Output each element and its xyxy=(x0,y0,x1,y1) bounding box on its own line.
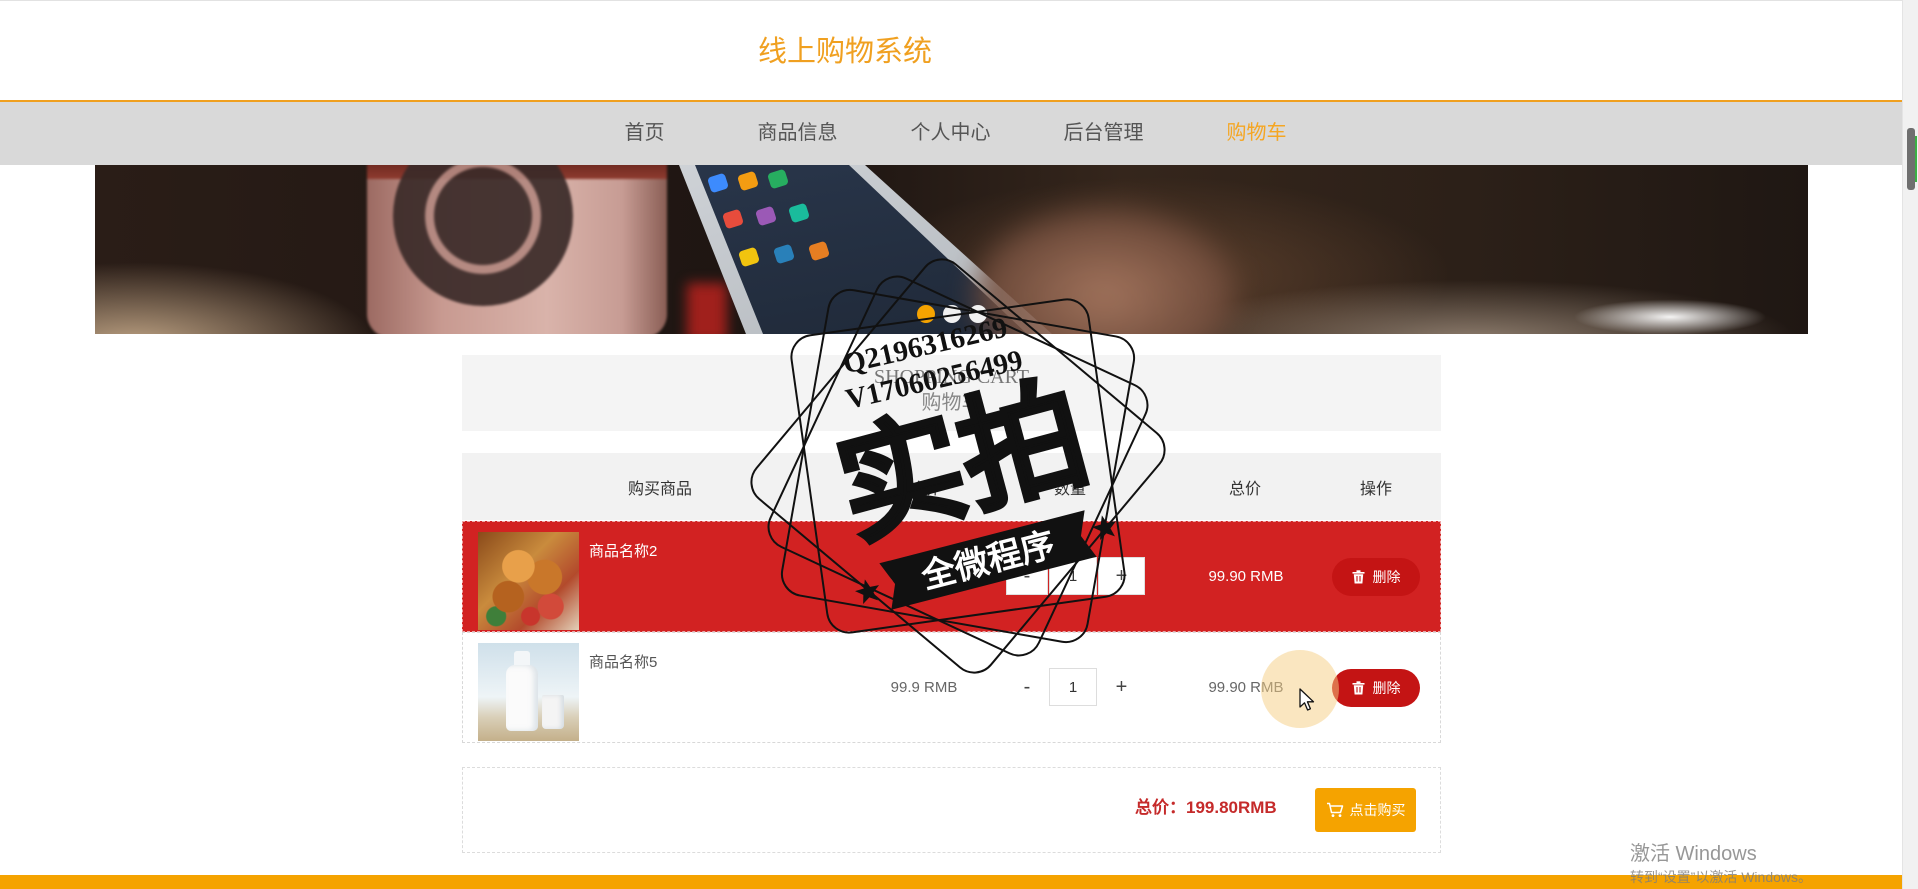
product-name[interactable]: 商品名称5 xyxy=(589,653,657,673)
app-icon xyxy=(737,246,761,268)
unit-price: 99.9 RMB xyxy=(890,679,958,696)
quantity-increase-button[interactable]: + xyxy=(1098,668,1145,706)
product-image-milk[interactable] xyxy=(478,643,579,741)
quantity-input[interactable] xyxy=(1049,668,1097,706)
windows-activation-title: 激活 Windows xyxy=(1630,843,1757,865)
cart-title-box: SHOPPING CART 购物车 xyxy=(462,355,1441,431)
nav-item-home[interactable]: 首页 xyxy=(568,102,721,165)
app-icon xyxy=(754,205,778,227)
delete-label: 删除 xyxy=(1372,569,1401,585)
site-title[interactable]: 线上购物系统 xyxy=(758,31,932,71)
delete-label: 删除 xyxy=(1372,680,1401,696)
carousel-dot-3[interactable] xyxy=(969,305,987,323)
app-icon xyxy=(706,172,730,194)
unit-price: 99.9 RMB xyxy=(890,568,958,585)
quantity-increase-button[interactable]: + xyxy=(1098,557,1145,595)
scrollbar-thumb[interactable] xyxy=(1907,128,1917,190)
app-icon xyxy=(766,168,790,190)
nav-item-products[interactable]: 商品信息 xyxy=(721,102,874,165)
cart-icon xyxy=(1326,802,1343,817)
milk-bottle xyxy=(506,665,538,731)
carousel-dot-2[interactable] xyxy=(943,305,961,323)
product-name[interactable]: 商品名称2 xyxy=(589,542,657,562)
column-header-unit-price: 单价 xyxy=(906,480,939,498)
cart-table-header: 购买商品 单价 数量 总价 操作 xyxy=(462,453,1441,520)
quantity-decrease-button[interactable]: - xyxy=(1006,668,1048,706)
nav-item-profile[interactable]: 个人中心 xyxy=(874,102,1027,165)
arrow-cursor-icon xyxy=(1299,688,1315,711)
checkout-label: 点击购买 xyxy=(1349,802,1406,818)
quantity-decrease-button[interactable]: - xyxy=(1006,557,1048,595)
milk-glass xyxy=(542,695,564,729)
cart-total: 总价：199.80RMB xyxy=(1135,798,1277,818)
cart-title-en: SHOPPING CART xyxy=(874,366,1029,388)
row-total-price: 99.90 RMB xyxy=(1208,568,1284,585)
trash-icon xyxy=(1352,570,1364,584)
column-header-quantity: 数量 xyxy=(1053,480,1086,498)
banner-coffee-cup xyxy=(367,165,667,334)
banner-hand xyxy=(975,210,1235,334)
cart-total-label: 总价： xyxy=(1135,798,1186,817)
app-icon xyxy=(736,170,760,192)
app-icon xyxy=(721,208,745,230)
column-header-total: 总价 xyxy=(1228,480,1261,498)
nav-item-admin[interactable]: 后台管理 xyxy=(1027,102,1180,165)
banner-red-object xyxy=(687,283,727,334)
carousel-dot-1[interactable] xyxy=(917,305,935,323)
product-image-fried-chicken[interactable] xyxy=(478,532,579,630)
site-header: 线上购物系统 xyxy=(0,0,1902,102)
cart-row: 商品名称2 99.9 RMB - + 99.90 RMB 删除 xyxy=(462,521,1441,632)
delete-button[interactable]: 删除 xyxy=(1332,558,1420,596)
column-header-actions: 操作 xyxy=(1359,480,1392,498)
nav-item-cart[interactable]: 购物车 xyxy=(1180,102,1333,165)
page-scrollbar[interactable] xyxy=(1902,0,1918,889)
banner-cup-logo xyxy=(393,165,573,306)
cart-total-value: 199.80RMB xyxy=(1186,798,1277,817)
carousel-indicators xyxy=(917,305,987,323)
column-header-goods: 购买商品 xyxy=(627,480,692,498)
cart-title-cn: 购物车 xyxy=(921,392,982,414)
app-icon xyxy=(772,243,796,265)
nav-list: 首页 商品信息 个人中心 后台管理 购物车 xyxy=(568,102,1333,165)
scrollbar-thumb-edge xyxy=(1915,136,1917,182)
quantity-input[interactable] xyxy=(1049,557,1097,595)
windows-activation-hint: 转到“设置”以激活 Windows。 xyxy=(1630,869,1813,885)
main-nav: 首页 商品信息 个人中心 后台管理 购物车 xyxy=(0,102,1902,165)
footer-bar xyxy=(0,875,1902,889)
cart-summary: 总价：199.80RMB 点击购买 xyxy=(462,767,1441,853)
app-icon xyxy=(807,240,831,262)
checkout-button[interactable]: 点击购买 xyxy=(1315,788,1416,832)
delete-button[interactable]: 删除 xyxy=(1332,669,1420,707)
trash-icon xyxy=(1352,681,1364,695)
app-icon xyxy=(787,202,811,224)
